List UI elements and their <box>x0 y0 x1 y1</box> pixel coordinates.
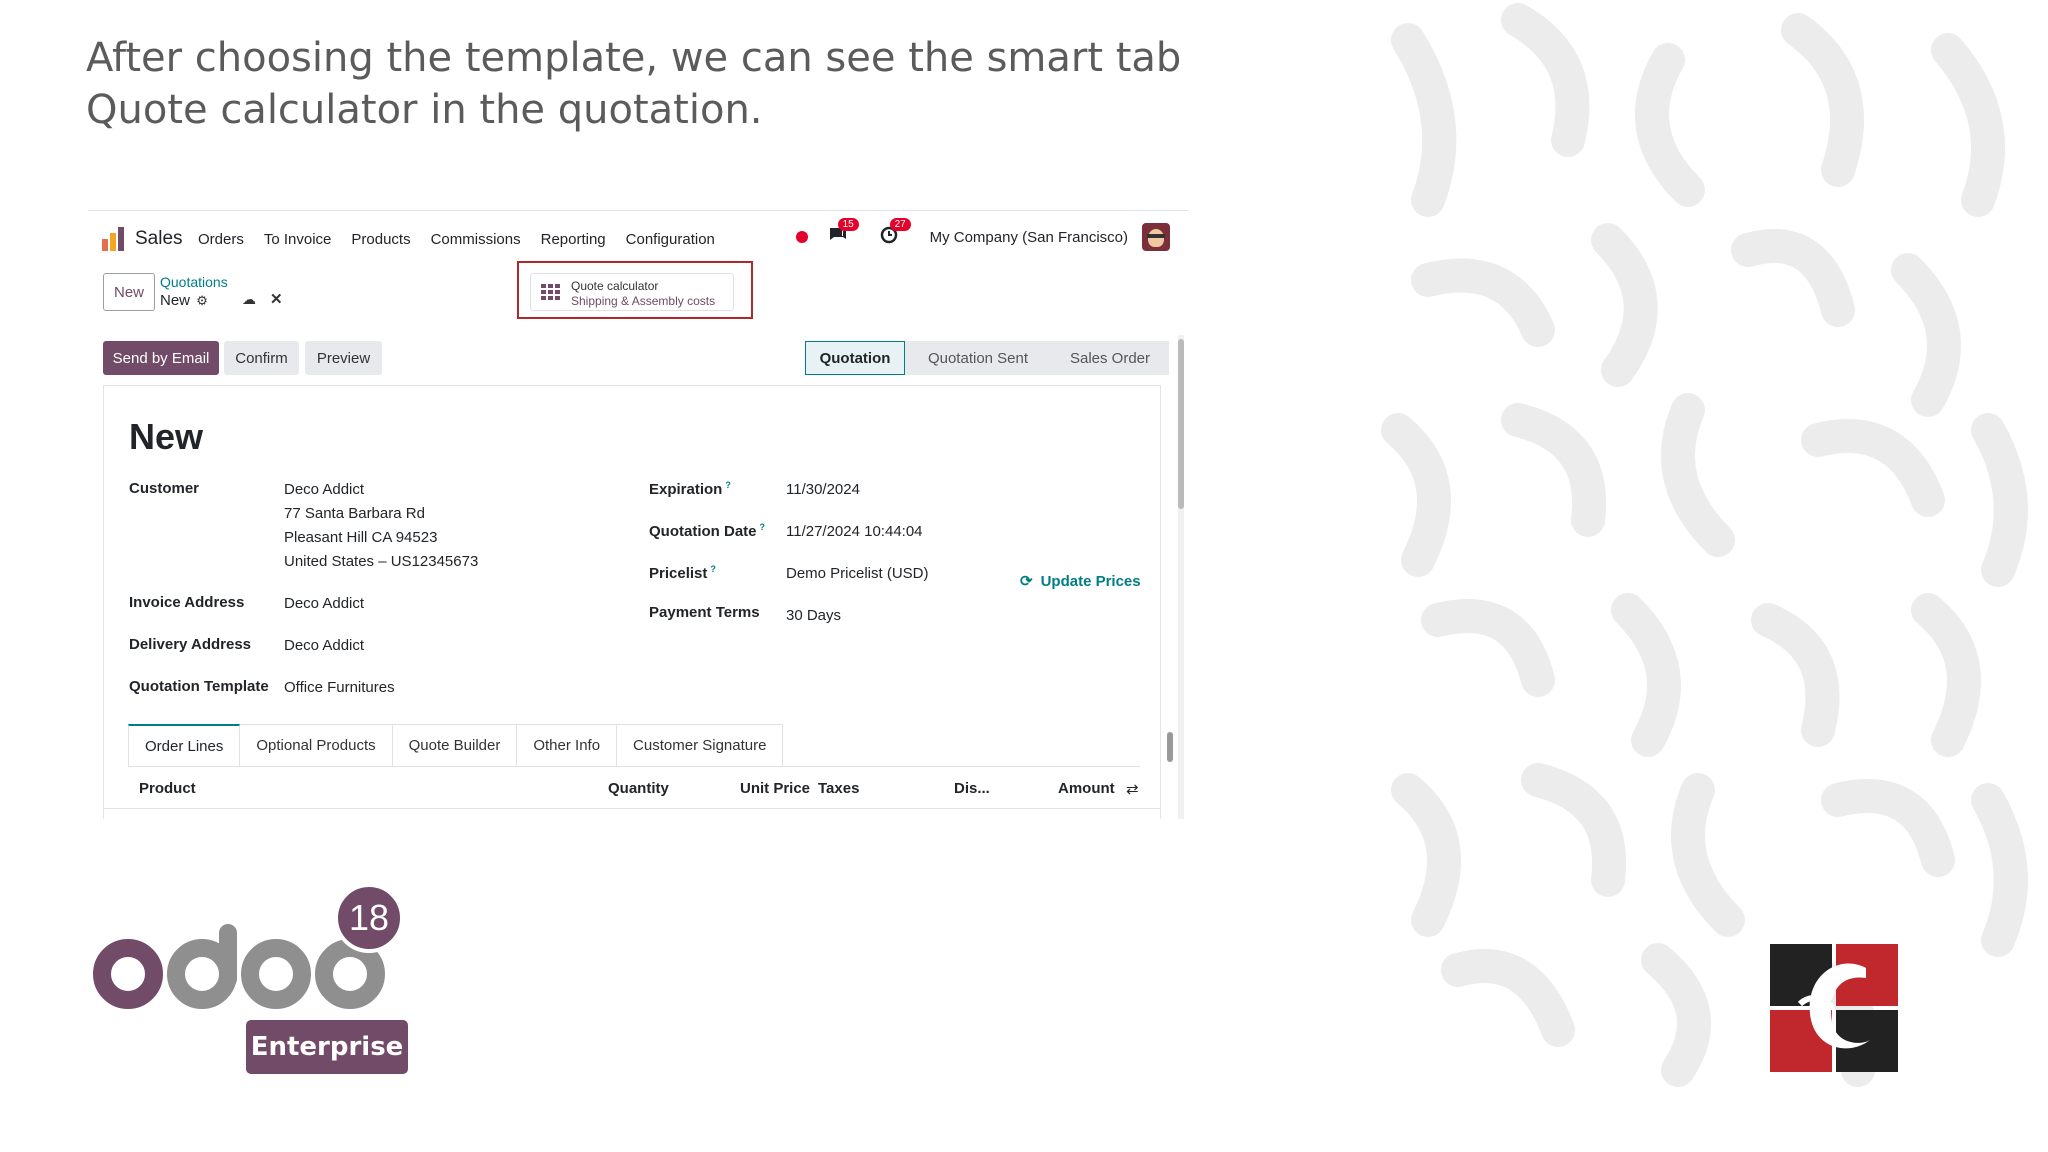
breadcrumb-current: New ⚙ <box>160 292 208 309</box>
notebook-tabs: Order Lines Optional Products Quote Buil… <box>128 724 1140 767</box>
menu-commissions[interactable]: Commissions <box>431 231 521 248</box>
tab-optional-products[interactable]: Optional Products <box>240 724 393 766</box>
menu-to-invoice[interactable]: To Invoice <box>264 231 332 248</box>
enterprise-badge: Enterprise <box>246 1020 408 1074</box>
activities-badge: 27 <box>889 217 911 231</box>
form-sheet: New Customer Deco Addict 77 Santa Barbar… <box>103 385 1173 819</box>
expiration-label: Expiration? <box>649 480 731 498</box>
menu-reporting[interactable]: Reporting <box>541 231 606 248</box>
sales-app-icon[interactable] <box>102 227 124 251</box>
col-amount[interactable]: Amount <box>1058 780 1115 797</box>
status-quotation-sent[interactable]: Quotation Sent <box>905 341 1051 375</box>
record-title: New <box>129 416 204 457</box>
odoo-screenshot: Sales Orders To Invoice Products Commiss… <box>88 210 1188 819</box>
help-icon[interactable]: ? <box>760 522 766 532</box>
version-badge: 18 <box>349 897 389 938</box>
quotation-template-field[interactable]: Office Furnitures <box>284 676 395 700</box>
send-by-email-button[interactable]: Send by Email <box>103 341 219 375</box>
recording-indicator-icon[interactable] <box>795 231 808 243</box>
new-button[interactable]: New <box>103 273 155 311</box>
pricelist-label-text: Pricelist <box>649 565 708 582</box>
user-avatar[interactable] <box>1142 223 1170 251</box>
quotation-date-field[interactable]: 11/27/2024 10:44:04 <box>786 520 923 544</box>
top-navbar: Sales Orders To Invoice Products Commiss… <box>88 211 1188 261</box>
payment-terms-label: Payment Terms <box>649 604 760 621</box>
smart-button-title: Quote calculator <box>571 279 659 293</box>
slide-caption: After choosing the template, we can see … <box>86 35 1182 133</box>
update-prices-label: Update Prices <box>1040 573 1141 590</box>
company-logo <box>1770 944 1898 1072</box>
optional-columns-icon[interactable]: ⇄ <box>1126 780 1139 798</box>
status-quotation[interactable]: Quotation <box>805 341 905 375</box>
help-icon[interactable]: ? <box>710 564 716 574</box>
quotation-date-label-text: Quotation Date <box>649 523 757 540</box>
tab-order-lines[interactable]: Order Lines <box>128 724 241 766</box>
grid-icon <box>541 284 560 300</box>
col-product[interactable]: Product <box>139 780 196 797</box>
scrollbar-thumb[interactable] <box>1178 339 1184 509</box>
tab-other-info[interactable]: Other Info <box>517 724 618 766</box>
tab-quote-builder[interactable]: Quote Builder <box>392 724 518 766</box>
messages-badge: 15 <box>837 217 859 231</box>
menu-orders[interactable]: Orders <box>198 231 244 248</box>
messages-icon[interactable]: 15 <box>828 217 859 249</box>
col-unit-price[interactable]: Unit Price <box>740 780 810 797</box>
main-menu: Orders To Invoice Products Commissions R… <box>198 231 735 248</box>
customer-field[interactable]: Deco Addict 77 Santa Barbara Rd Pleasant… <box>284 478 478 574</box>
save-cloud-icon[interactable]: ☁ <box>242 291 256 308</box>
customer-street: 77 Santa Barbara Rd <box>284 505 425 522</box>
breadcrumb-current-label: New <box>160 292 191 309</box>
order-lines-header: Product Quantity Unit Price Taxes Dis...… <box>104 770 1160 809</box>
discard-icon[interactable]: ✕ <box>270 290 283 308</box>
invoice-address-label: Invoice Address <box>129 594 245 611</box>
delivery-address-field[interactable]: Deco Addict <box>284 634 364 658</box>
customer-country: United States – US12345673 <box>284 553 479 570</box>
customer-city: Pleasant Hill CA 94523 <box>284 529 438 546</box>
invoice-address-field[interactable]: Deco Addict <box>284 592 364 616</box>
pricelist-field[interactable]: Demo Pricelist (USD) <box>786 562 929 586</box>
preview-button[interactable]: Preview <box>305 341 382 375</box>
payment-terms-field[interactable]: 30 Days <box>786 604 841 628</box>
expiration-field[interactable]: 11/30/2024 <box>786 478 860 502</box>
refresh-icon: ⟳ <box>1020 573 1033 590</box>
statusbar: Quotation Quotation Sent Sales Order <box>805 341 1169 375</box>
quote-calculator-smart-button[interactable]: Quote calculator Shipping & Assembly cos… <box>530 273 734 311</box>
col-discount[interactable]: Dis... <box>954 780 990 797</box>
update-prices-button[interactable]: ⟳ Update Prices <box>1020 572 1141 590</box>
customer-name: Deco Addict <box>284 481 365 498</box>
confirm-button[interactable]: Confirm <box>224 341 299 375</box>
help-icon[interactable]: ? <box>725 480 731 490</box>
menu-products[interactable]: Products <box>351 231 410 248</box>
smart-button-subtitle: Shipping & Assembly costs <box>571 294 716 308</box>
company-switcher[interactable]: My Company (San Francisco) <box>930 229 1128 246</box>
status-sales-order[interactable]: Sales Order <box>1051 341 1169 375</box>
systray: 15 27 My Company (San Francisco) <box>795 217 1170 251</box>
customer-label: Customer <box>129 480 200 497</box>
decorative-pattern <box>1381 3 2028 1087</box>
col-taxes[interactable]: Taxes <box>818 780 859 797</box>
tab-customer-signature[interactable]: Customer Signature <box>617 724 784 766</box>
menu-configuration[interactable]: Configuration <box>626 231 715 248</box>
quotation-date-label: Quotation Date? <box>649 522 765 540</box>
breadcrumb-quotations[interactable]: Quotations <box>160 274 228 290</box>
app-name[interactable]: Sales <box>135 228 183 250</box>
inner-scrollbar[interactable] <box>1167 732 1173 762</box>
delivery-address-label: Delivery Address <box>129 636 252 653</box>
pricelist-label: Pricelist? <box>649 564 716 582</box>
page-scrollbar[interactable] <box>1178 335 1184 819</box>
expiration-label-text: Expiration <box>649 481 723 498</box>
quotation-template-label: Quotation Template <box>129 678 269 695</box>
gear-icon[interactable]: ⚙ <box>196 293 208 308</box>
col-quantity[interactable]: Quantity <box>608 780 669 797</box>
activities-icon[interactable]: 27 <box>880 217 911 249</box>
